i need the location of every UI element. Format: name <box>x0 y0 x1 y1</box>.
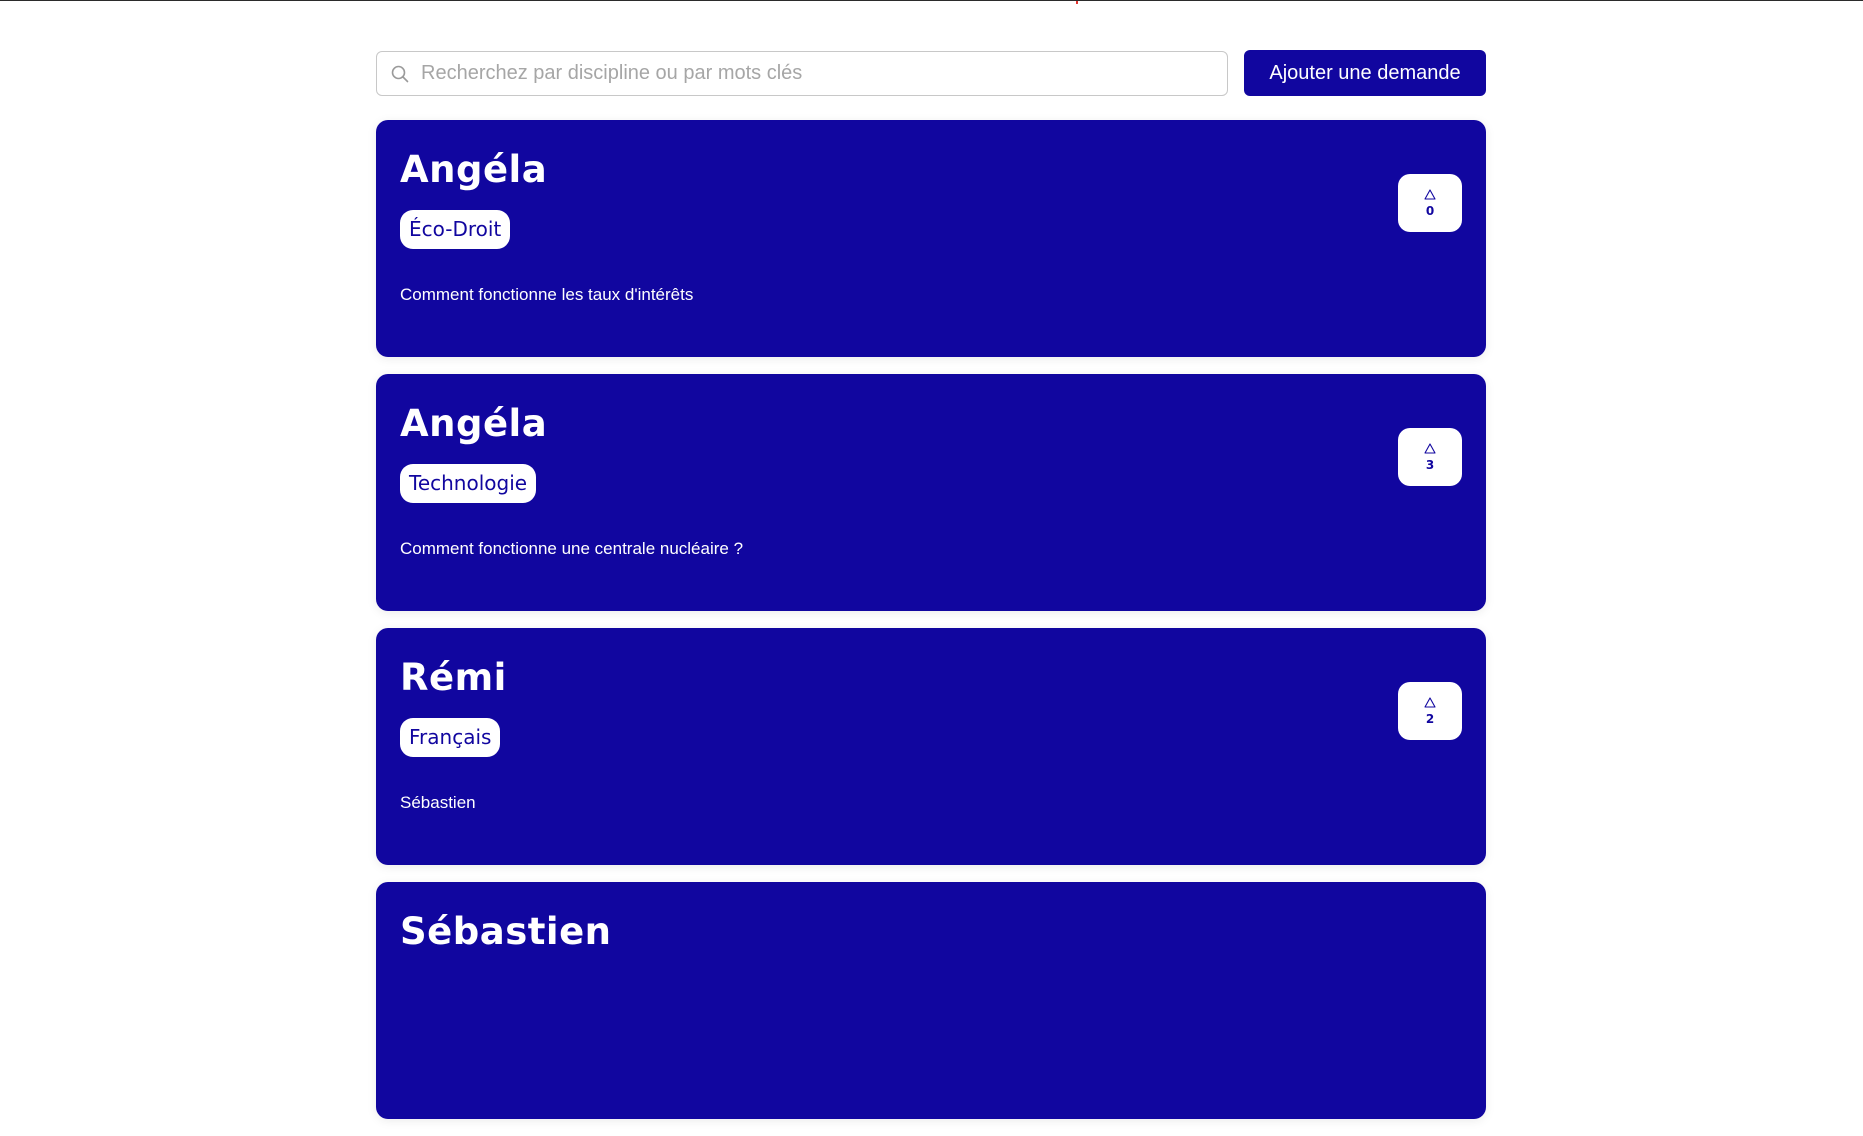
upvote-button[interactable]: 2 <box>1398 682 1462 740</box>
request-question: Sébastien <box>400 793 476 812</box>
requester-name: Rémi <box>400 656 507 699</box>
upvote-button[interactable]: 0 <box>1398 174 1462 232</box>
requester-name: Angéla <box>400 148 548 191</box>
discipline-tag: Français <box>400 718 501 757</box>
vote-count: 2 <box>1425 711 1435 726</box>
requester-name: Angéla <box>400 402 548 445</box>
discipline-tag: Éco-Droit <box>400 210 511 249</box>
search-icon <box>391 65 409 82</box>
toolbar: Ajouter une demande <box>376 50 1486 96</box>
vote-count: 0 <box>1425 203 1435 218</box>
add-request-button[interactable]: Ajouter une demande <box>1244 50 1486 96</box>
search-input[interactable] <box>419 52 1213 94</box>
request-card[interactable]: Angéla Technologie Comment fonctionne un… <box>376 374 1486 611</box>
triangle-up-icon <box>1424 696 1436 708</box>
request-card[interactable]: Angéla Éco-Droit Comment fonctionne les … <box>376 120 1486 357</box>
triangle-up-icon <box>1424 442 1436 454</box>
request-question: Comment fonctionne une centrale nucléair… <box>400 539 744 558</box>
request-list: Angéla Éco-Droit Comment fonctionne les … <box>376 120 1486 1119</box>
vote-count: 3 <box>1425 457 1435 472</box>
main-content: Ajouter une demande Angéla Éco-Droit Com… <box>376 50 1486 1136</box>
request-card[interactable]: Rémi Français Sébastien 2 <box>376 628 1486 865</box>
discipline-tag: Technologie <box>400 464 537 503</box>
upvote-button[interactable]: 3 <box>1398 428 1462 486</box>
triangle-up-icon <box>1424 188 1436 200</box>
request-question: Comment fonctionne les taux d'intérêts <box>400 285 694 304</box>
requester-name: Sébastien <box>400 910 612 953</box>
request-card[interactable]: Sébastien <box>376 882 1486 1119</box>
top-marker <box>1076 1 1078 4</box>
top-border <box>0 0 1863 1</box>
search-box[interactable] <box>376 50 1228 96</box>
